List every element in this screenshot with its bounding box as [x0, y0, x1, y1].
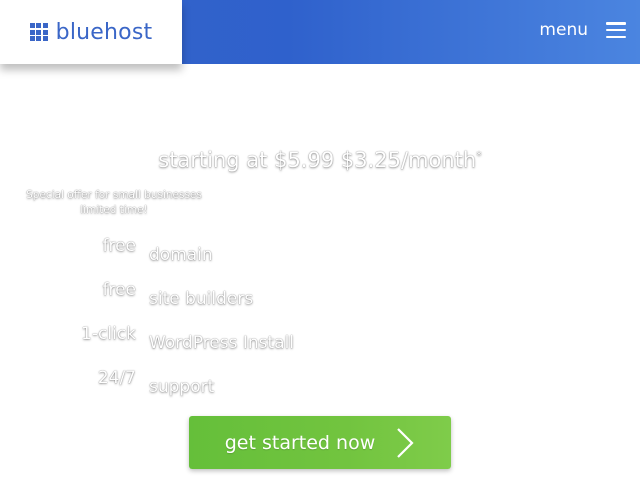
price-headline: starting at $5.99 $3.25/month* [0, 148, 640, 172]
menu-button[interactable]: menu [539, 20, 626, 40]
brand-logo[interactable]: bluehost [0, 0, 182, 64]
top-navigation-bar: bluehost menu [0, 0, 640, 64]
feature-label: free [102, 236, 136, 256]
feature-value: support [149, 377, 215, 397]
price-footnote-mark: * [476, 149, 482, 162]
feature-label: 1-click [81, 324, 136, 344]
chevron-right-icon [397, 427, 414, 458]
feature-value: site builders [149, 289, 254, 309]
brand-name: bluehost [55, 19, 153, 45]
special-offer-note: Special offer for small businesses limit… [20, 188, 208, 218]
hamburger-icon [606, 22, 626, 38]
get-started-label: get started now [224, 431, 376, 454]
offer-line-1: Special offer for small businesses [26, 189, 202, 201]
get-started-button[interactable]: get started now [189, 416, 451, 469]
price-text: starting at $5.99 $3.25/month [158, 148, 477, 172]
logo-grid-icon [29, 23, 48, 41]
feature-label: free [102, 280, 136, 300]
feature-value: domain [149, 245, 213, 265]
menu-label: menu [539, 20, 588, 40]
feature-value: WordPress Install [149, 333, 295, 353]
offer-line-2: limited time! [80, 204, 148, 216]
feature-label: 24/7 [97, 368, 136, 388]
